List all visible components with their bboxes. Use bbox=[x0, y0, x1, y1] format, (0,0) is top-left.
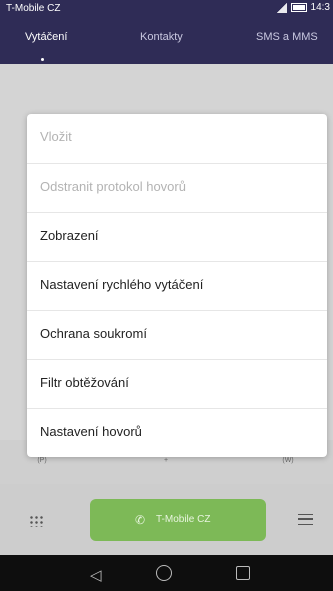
recent-apps-icon[interactable] bbox=[236, 566, 250, 580]
key-sub: (P) bbox=[37, 457, 47, 464]
clock: 14:3 bbox=[310, 2, 330, 13]
menu-item-label: Zobrazení bbox=[40, 228, 99, 243]
dialer-action-bar: ✆ T-Mobile CZ bbox=[0, 484, 333, 555]
menu-item-call-settings[interactable]: Nastavení hovorů bbox=[27, 408, 327, 457]
menu-item-label: Nastavení rychlého vytáčení bbox=[40, 277, 204, 292]
status-bar: T-Mobile CZ 14:3 bbox=[0, 0, 333, 18]
menu-item-privacy[interactable]: Ochrana soukromí bbox=[27, 310, 327, 359]
phone-icon: ✆ bbox=[135, 513, 146, 527]
menu-item-paste[interactable]: Vložit bbox=[27, 114, 327, 163]
menu-item-clear-call-log[interactable]: Odstranit protokol hovorů bbox=[27, 163, 327, 212]
battery-icon bbox=[290, 3, 307, 12]
dialpad-icon[interactable] bbox=[29, 515, 45, 527]
menu-item-display[interactable]: Zobrazení bbox=[27, 212, 327, 261]
carrier-name: T-Mobile CZ bbox=[6, 3, 61, 14]
menu-item-label: Ochrana soukromí bbox=[40, 326, 147, 341]
active-tab-indicator bbox=[41, 58, 44, 61]
menu-item-speed-dial[interactable]: Nastavení rychlého vytáčení bbox=[27, 261, 327, 310]
tab-sms[interactable]: SMS a MMS bbox=[256, 31, 318, 43]
options-menu: Vložit Odstranit protokol hovorů Zobraze… bbox=[27, 114, 327, 457]
signal-icon bbox=[276, 2, 287, 13]
tab-contacts[interactable]: Kontakty bbox=[140, 31, 183, 43]
call-button-label: T-Mobile CZ bbox=[156, 514, 211, 525]
menu-item-label: Vložit bbox=[40, 129, 72, 144]
call-button[interactable]: ✆ T-Mobile CZ bbox=[90, 499, 266, 541]
menu-item-harassment-filter[interactable]: Filtr obtěžování bbox=[27, 359, 327, 408]
menu-item-label: Odstranit protokol hovorů bbox=[40, 179, 186, 194]
key-sub: (W) bbox=[282, 457, 294, 464]
tab-bar: Vytáčení Kontakty SMS a MMS bbox=[0, 18, 333, 64]
menu-icon[interactable] bbox=[298, 514, 313, 525]
navigation-bar: ◁ bbox=[0, 555, 333, 591]
menu-item-label: Filtr obtěžování bbox=[40, 375, 129, 390]
status-icons: 14:3 bbox=[276, 2, 330, 13]
tab-dialer[interactable]: Vytáčení bbox=[25, 31, 67, 43]
key-sub: + bbox=[163, 457, 169, 464]
home-icon[interactable] bbox=[156, 565, 172, 581]
back-icon[interactable]: ◁ bbox=[90, 566, 102, 584]
menu-item-label: Nastavení hovorů bbox=[40, 424, 142, 439]
